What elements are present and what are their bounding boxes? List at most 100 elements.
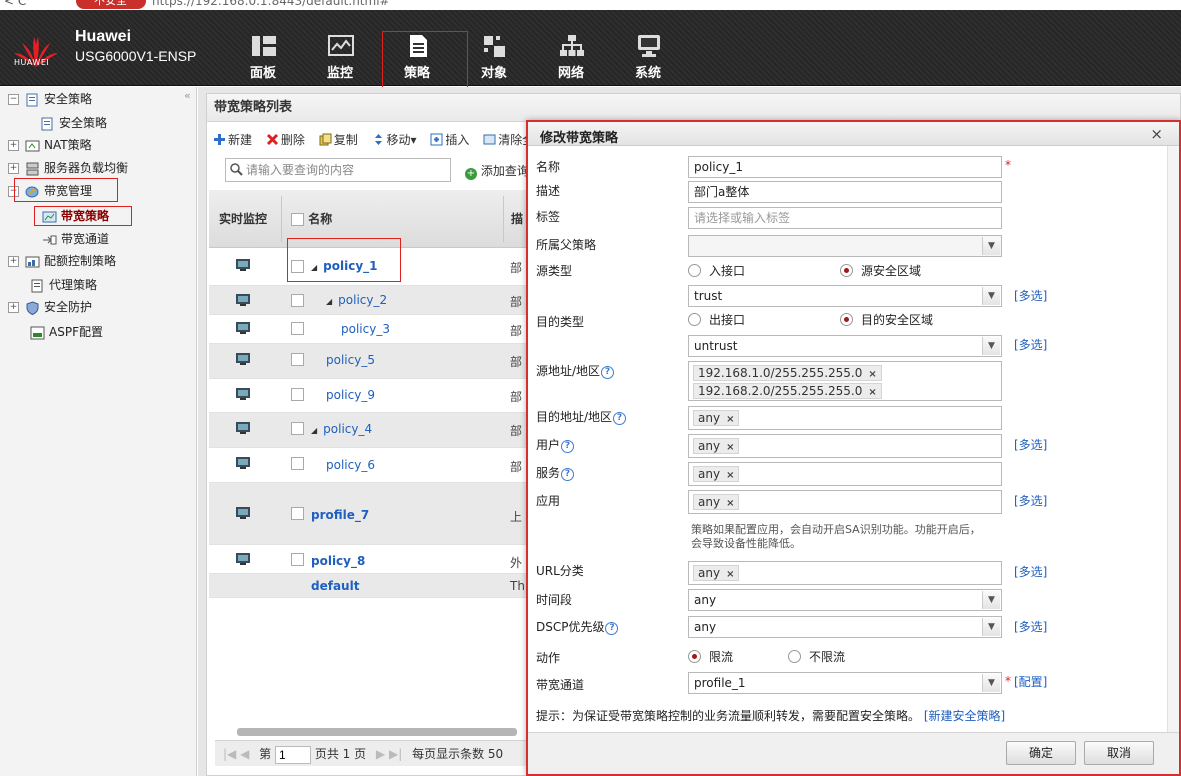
browser-nav-buttons[interactable]: < C: [4, 0, 26, 8]
sidebar-item-security-policy[interactable]: 安全策略: [40, 113, 107, 133]
monitor-icon[interactable]: [236, 294, 250, 306]
page-number-input[interactable]: [275, 745, 311, 764]
policy-name-link[interactable]: ◢ policy_1: [311, 259, 378, 273]
nav-dashboard[interactable]: 面板: [230, 10, 296, 86]
nav-system[interactable]: 系统: [615, 10, 681, 86]
url-category-tagbox[interactable]: any ×: [688, 561, 1002, 585]
src-address-tagbox[interactable]: 192.168.1.0/255.255.255.0 × 192.168.2.0/2…: [688, 361, 1002, 401]
nav-monitor[interactable]: 监控: [307, 10, 373, 86]
insert-button[interactable]: 插入: [430, 130, 469, 150]
monitor-icon[interactable]: [236, 322, 250, 334]
sidebar-item-bandwidth-channel[interactable]: 带宽通道: [42, 229, 109, 249]
dscp-multi-link[interactable]: [多选]: [1014, 618, 1047, 635]
table-row[interactable]: policy_5 部: [209, 344, 539, 379]
monitor-icon[interactable]: [236, 353, 250, 365]
sidebar-item-security-protection[interactable]: + 安全防护: [8, 297, 92, 317]
row-checkbox[interactable]: [291, 507, 304, 520]
sidebar-item-bandwidth-policy[interactable]: 带宽策略: [42, 206, 109, 226]
table-row[interactable]: ◢ policy_4 部: [209, 413, 539, 448]
policy-name-link[interactable]: policy_9: [326, 388, 375, 402]
nav-network[interactable]: 网络: [538, 10, 604, 86]
horizontal-scrollbar[interactable]: [225, 726, 525, 738]
dst-zone-multi-link[interactable]: [多选]: [1014, 336, 1047, 353]
search-input[interactable]: 请输入要查询的内容: [225, 158, 451, 182]
next-page-icon[interactable]: ▶ ▶|: [376, 747, 402, 761]
policy-name-link[interactable]: ◢ policy_4: [311, 422, 372, 436]
help-icon[interactable]: ?: [561, 468, 575, 481]
help-icon[interactable]: ?: [605, 622, 619, 635]
expand-icon[interactable]: +: [8, 302, 19, 313]
expand-icon[interactable]: +: [8, 140, 19, 151]
new-security-policy-link[interactable]: [新建安全策略]: [924, 709, 1005, 723]
url-multi-link[interactable]: [多选]: [1014, 563, 1047, 580]
policy-name-link[interactable]: default: [311, 579, 359, 593]
table-row[interactable]: policy_8 外: [209, 545, 539, 574]
help-icon[interactable]: ?: [561, 440, 575, 453]
app-multi-link[interactable]: [多选]: [1014, 492, 1047, 509]
policy-name-link[interactable]: policy_3: [341, 322, 390, 336]
radio-no-limit[interactable]: 不限流: [788, 648, 845, 665]
user-multi-link[interactable]: [多选]: [1014, 436, 1047, 453]
monitor-icon[interactable]: [236, 507, 250, 519]
row-checkbox[interactable]: [291, 294, 304, 307]
dst-address-tagbox[interactable]: any ×: [688, 406, 1002, 430]
ok-button[interactable]: 确定: [1006, 741, 1076, 765]
row-checkbox[interactable]: [291, 388, 304, 401]
remove-tag-icon[interactable]: ×: [726, 442, 734, 453]
sidebar-item-aspf[interactable]: ASPF配置: [30, 322, 103, 342]
table-row[interactable]: default Th: [209, 574, 539, 598]
row-checkbox[interactable]: [291, 457, 304, 470]
policy-name-link[interactable]: profile_7: [311, 508, 369, 522]
remove-tag-icon[interactable]: ×: [868, 387, 876, 398]
cancel-button[interactable]: 取消: [1084, 741, 1154, 765]
dscp-select[interactable]: any ▼: [688, 616, 1002, 638]
sidebar-item-nat-policy[interactable]: + NAT策略: [8, 135, 92, 155]
monitor-icon[interactable]: [236, 422, 250, 434]
add-query-button[interactable]: + 添加查询: [465, 162, 529, 180]
table-row[interactable]: policy_9 部: [209, 379, 539, 413]
name-input[interactable]: policy_1: [688, 156, 1002, 178]
nav-policy[interactable]: 策略: [384, 10, 450, 86]
row-checkbox[interactable]: [291, 353, 304, 366]
table-row[interactable]: policy_3 部: [209, 315, 539, 344]
url-text[interactable]: https://192.168.0.1:8443/default.html#: [152, 0, 390, 9]
description-input[interactable]: 部门a整体: [688, 181, 1002, 203]
remove-tag-icon[interactable]: ×: [868, 369, 876, 380]
time-range-select[interactable]: any ▼: [688, 589, 1002, 611]
bandwidth-channel-select[interactable]: profile_1 ▼: [688, 672, 1002, 694]
policy-name-link[interactable]: policy_5: [326, 353, 375, 367]
remove-tag-icon[interactable]: ×: [726, 414, 734, 425]
move-button[interactable]: 移动▾: [372, 130, 417, 150]
row-checkbox[interactable]: [291, 260, 304, 273]
first-page-icon[interactable]: |◀ ◀: [223, 747, 249, 761]
sidebar-item-proxy-policy[interactable]: 代理策略: [30, 275, 97, 295]
expand-icon[interactable]: +: [8, 256, 19, 267]
security-badge[interactable]: 不安全: [76, 0, 146, 9]
radio-in-interface[interactable]: 入接口: [688, 262, 745, 279]
src-zone-select[interactable]: trust ▼: [688, 285, 1002, 307]
radio-limit[interactable]: 限流: [688, 648, 733, 665]
collapse-icon[interactable]: −: [8, 186, 19, 197]
table-row[interactable]: profile_7 上: [209, 483, 539, 545]
table-row[interactable]: ◢ policy_1 部: [209, 248, 539, 286]
row-checkbox[interactable]: [291, 322, 304, 335]
help-icon[interactable]: ?: [613, 412, 627, 425]
remove-tag-icon[interactable]: ×: [726, 569, 734, 580]
remove-tag-icon[interactable]: ×: [726, 470, 734, 481]
radio-src-zone[interactable]: 源安全区域: [840, 262, 921, 279]
policy-name-link[interactable]: ◢ policy_2: [326, 293, 387, 307]
sidebar-item-quota-policy[interactable]: + 配额控制策略: [8, 251, 116, 271]
copy-button[interactable]: 复制: [319, 130, 358, 150]
expand-icon[interactable]: +: [8, 163, 19, 174]
sidebar-item-security-policy-group[interactable]: − 安全策略: [8, 89, 92, 109]
app-tagbox[interactable]: any ×: [688, 490, 1002, 514]
monitor-icon[interactable]: [236, 553, 250, 565]
nav-object[interactable]: 对象: [461, 10, 527, 86]
sidebar-item-slb[interactable]: + 服务器负载均衡: [8, 158, 128, 178]
sidebar-item-bandwidth-mgmt[interactable]: − 带宽管理: [8, 181, 92, 201]
monitor-icon[interactable]: [236, 388, 250, 400]
help-icon[interactable]: ?: [601, 366, 615, 379]
monitor-icon[interactable]: [236, 259, 250, 271]
row-checkbox[interactable]: [291, 553, 304, 566]
table-row[interactable]: ◢ policy_2 部: [209, 286, 539, 315]
